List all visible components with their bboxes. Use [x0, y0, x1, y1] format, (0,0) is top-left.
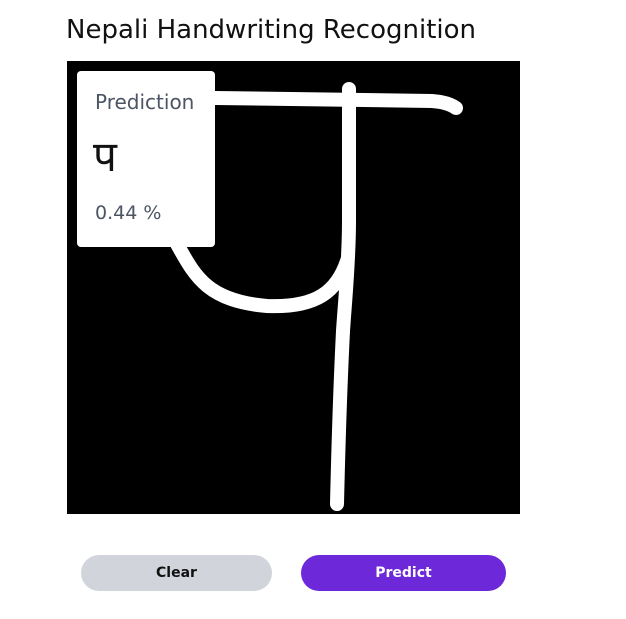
top-bar-stroke	[208, 91, 463, 115]
vertical-stroke	[330, 82, 356, 511]
loop-stroke	[170, 237, 354, 314]
predict-button[interactable]: Predict	[301, 555, 506, 591]
prediction-confidence: 0.44 %	[95, 202, 162, 224]
page-title: Nepali Handwriting Recognition	[66, 15, 477, 45]
predicted-character: प	[93, 132, 117, 181]
prediction-card: Prediction प 0.44 %	[77, 71, 215, 247]
clear-button[interactable]: Clear	[81, 555, 272, 591]
prediction-label: Prediction	[95, 90, 195, 114]
